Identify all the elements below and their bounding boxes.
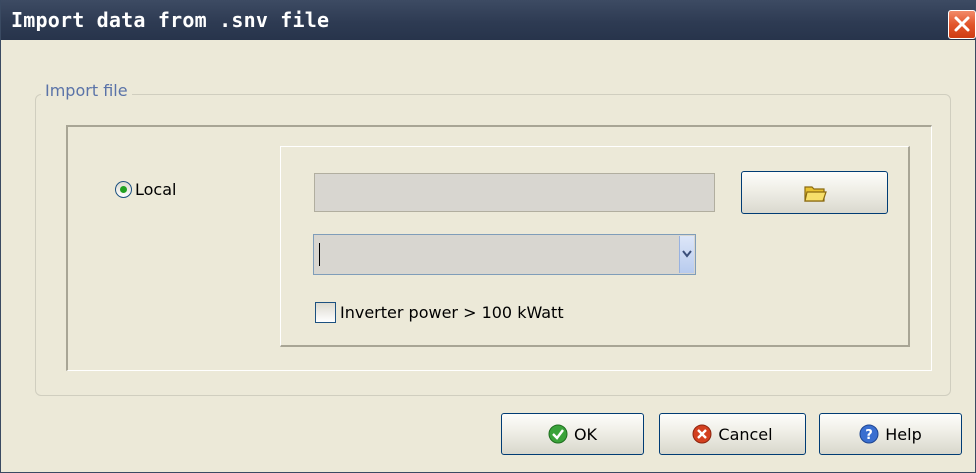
- file-combo[interactable]: [313, 234, 696, 275]
- inverter-checkbox-row[interactable]: Inverter power > 100 kWatt: [315, 302, 564, 323]
- help-button[interactable]: ? Help: [819, 413, 962, 455]
- combo-dropdown-button[interactable]: [679, 236, 694, 273]
- chevron-down-icon: [682, 250, 692, 258]
- close-icon: [954, 16, 970, 32]
- close-button[interactable]: [948, 10, 976, 39]
- local-radio-label: Local: [135, 180, 177, 199]
- file-path-field[interactable]: [314, 173, 715, 212]
- check-icon: [548, 424, 568, 444]
- title-bar[interactable]: Import data from .snv file: [1, 0, 976, 40]
- ok-label: OK: [573, 424, 598, 444]
- cancel-button[interactable]: Cancel: [659, 413, 806, 455]
- cancel-label: Cancel: [718, 424, 773, 444]
- group-label: Import file: [41, 81, 132, 100]
- window-title: Import data from .snv file: [11, 8, 330, 32]
- help-label: Help: [885, 424, 922, 444]
- text-caret: [319, 243, 320, 266]
- inverter-checkbox[interactable]: [315, 302, 336, 323]
- local-radio[interactable]: Local: [115, 180, 176, 199]
- radio-selected-dot: [120, 186, 127, 193]
- import-dialog: Import data from .snv file Import file L…: [0, 0, 976, 473]
- folder-icon: [804, 186, 827, 202]
- svg-text:?: ?: [865, 428, 873, 443]
- browse-button[interactable]: [741, 171, 888, 214]
- help-icon: ?: [859, 424, 879, 444]
- ok-button[interactable]: OK: [501, 413, 644, 455]
- inverter-checkbox-label: Inverter power > 100 kWatt: [340, 303, 564, 322]
- radio-button[interactable]: [115, 181, 132, 198]
- cancel-icon: [692, 424, 712, 444]
